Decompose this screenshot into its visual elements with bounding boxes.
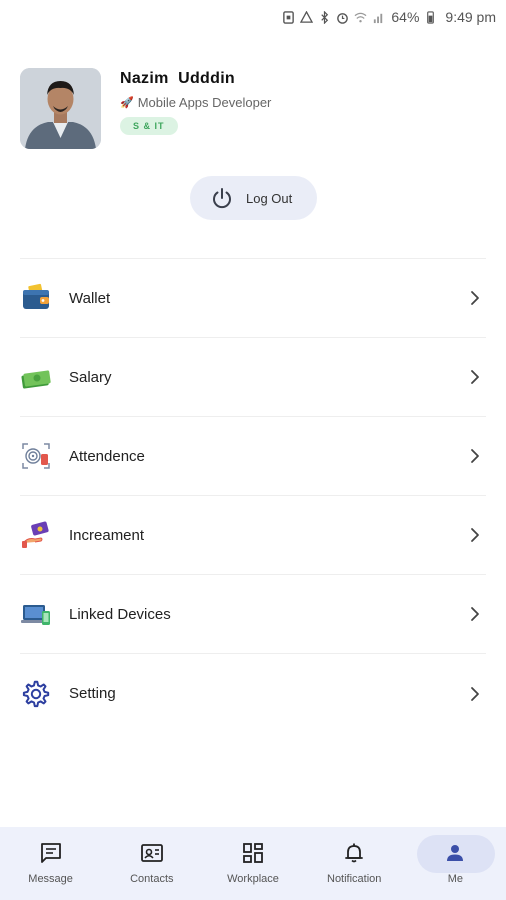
chevron-right-icon — [471, 686, 479, 701]
person-icon — [447, 845, 464, 861]
profile-name: Nazim Udddin — [120, 70, 236, 87]
wallet-icon — [20, 282, 52, 314]
money-hand-icon — [20, 519, 52, 551]
bluetooth-icon — [317, 10, 331, 24]
devices-icon — [20, 598, 52, 630]
nav-item-workplace[interactable]: Workplace — [202, 827, 303, 900]
wifi-icon — [353, 10, 367, 24]
status-bar: 64% 9:49 pm — [0, 0, 506, 34]
chevron-right-icon — [471, 528, 479, 542]
workplace-icon — [243, 843, 263, 863]
contacts-icon — [140, 844, 163, 862]
profile-role: 🚀 Mobile Apps Developer — [120, 95, 271, 110]
menu-item-increament[interactable]: Increament — [20, 496, 486, 575]
sim-icon — [281, 10, 295, 24]
profile-info: Nazim Udddin 🚀 Mobile Apps Developer S &… — [120, 68, 271, 152]
status-time: 9:49 pm — [445, 9, 496, 25]
menu-label-increament: Increament — [69, 526, 145, 544]
profile-role-label: Mobile Apps Developer — [137, 95, 272, 110]
nav-label-notification: Notification — [327, 873, 382, 885]
alarm-icon — [335, 10, 349, 24]
cash-icon — [20, 361, 52, 393]
chevron-right-icon — [471, 449, 479, 463]
menu-label-salary: Salary — [69, 368, 112, 386]
chevron-right-icon — [471, 607, 479, 621]
rocket-icon: 🚀 — [120, 97, 134, 109]
chevron-right-icon — [471, 370, 479, 384]
profile-header: Nazim Udddin 🚀 Mobile Apps Developer S &… — [20, 68, 490, 152]
battery-icon — [423, 10, 437, 24]
battery-percent: 64% — [391, 9, 420, 25]
department-badge: S & IT — [120, 117, 178, 135]
bell-icon — [345, 843, 364, 863]
message-icon — [40, 843, 61, 863]
menu-item-wallet[interactable]: Wallet — [20, 259, 486, 338]
menu-item-linked-devices[interactable]: Linked Devices — [20, 575, 486, 654]
nav-item-contacts[interactable]: Contacts — [101, 827, 202, 900]
menu-label-attendence: Attendence — [69, 447, 145, 465]
logout-button[interactable]: Log Out — [190, 176, 317, 220]
nav-label-workplace: Workplace — [227, 873, 279, 885]
menu-list: Wallet Salary Attendence Increament Link… — [20, 258, 486, 733]
chevron-right-icon — [471, 291, 479, 305]
nav-label-message: Message — [28, 873, 73, 885]
fingerprint-icon — [20, 440, 52, 472]
bottom-nav: Message Contacts Workplace Notification — [0, 827, 506, 900]
gear-icon — [20, 678, 52, 710]
menu-label-setting: Setting — [69, 685, 116, 702]
menu-item-setting[interactable]: Setting — [20, 654, 486, 733]
menu-label-wallet: Wallet — [69, 289, 111, 307]
power-icon — [213, 188, 231, 209]
nav-label-contacts: Contacts — [130, 873, 174, 885]
drive-icon — [299, 10, 313, 24]
nav-item-message[interactable]: Message — [0, 827, 101, 900]
menu-label-linked-devices: Linked Devices — [69, 605, 171, 623]
signal-icon — [371, 10, 385, 24]
menu-item-attendence[interactable]: Attendence — [20, 417, 486, 496]
nav-item-me[interactable]: Me — [405, 827, 506, 900]
menu-item-salary[interactable]: Salary — [20, 338, 486, 417]
avatar[interactable] — [20, 68, 101, 149]
nav-item-notification[interactable]: Notification — [304, 827, 405, 900]
logout-label: Log Out — [246, 190, 293, 206]
nav-label-me: Me — [447, 873, 464, 885]
